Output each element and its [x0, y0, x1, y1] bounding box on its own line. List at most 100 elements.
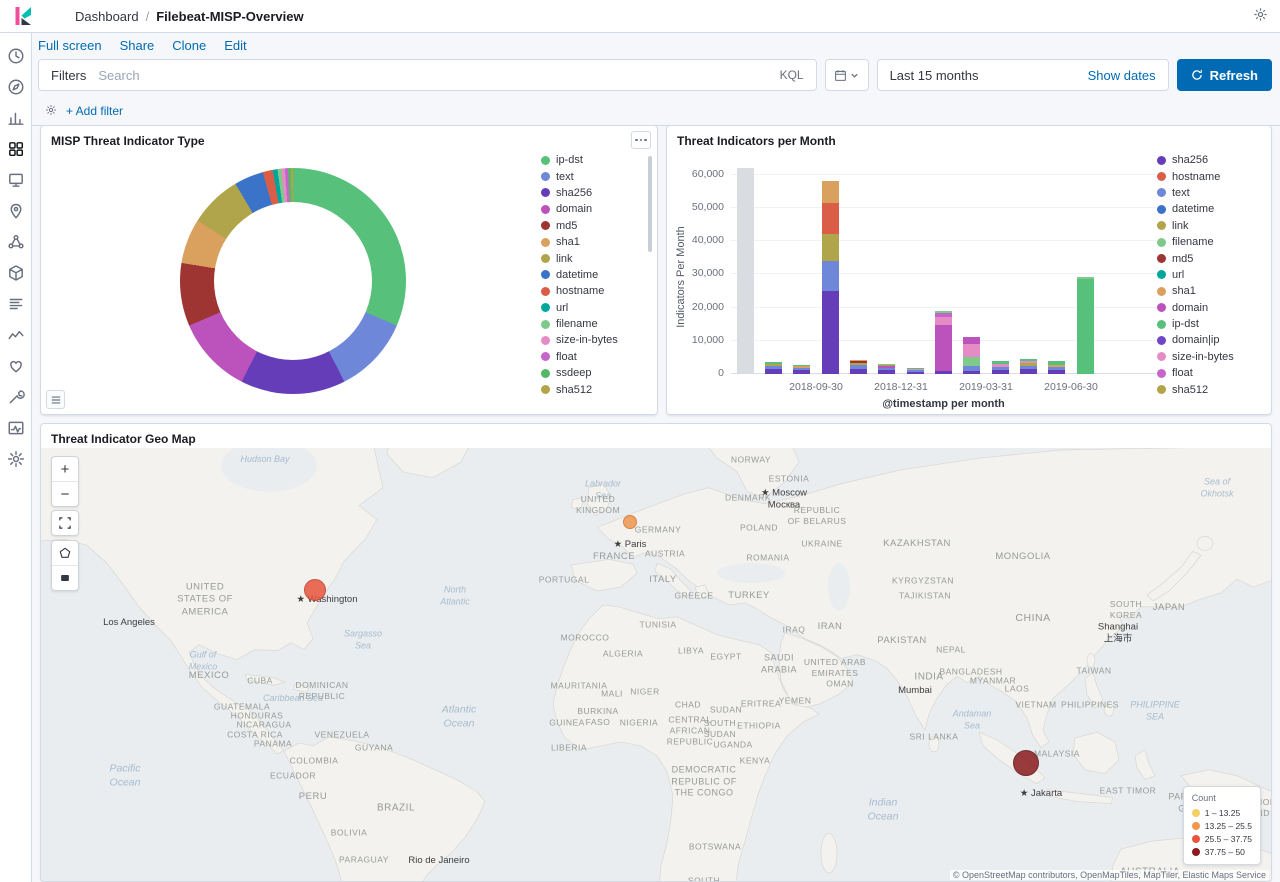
legend-item-ssdeep[interactable]: ssdeep — [541, 365, 641, 381]
legend-item-sha512[interactable]: sha512 — [1157, 381, 1261, 397]
sidebar-item-monitoring-icon[interactable] — [7, 419, 25, 437]
legend-item-filename[interactable]: filename — [541, 316, 641, 332]
legend-item-sha256[interactable]: sha256 — [1157, 152, 1261, 168]
bar-segment-2019-02-domain[interactable] — [935, 325, 952, 372]
bar-segment-2019-05-size-in-bytes[interactable] — [1020, 361, 1037, 363]
legend-item-link[interactable]: link — [1157, 218, 1261, 234]
bar-segment-2018-11-md5[interactable] — [850, 361, 867, 363]
legend-item-link[interactable]: link — [541, 250, 641, 266]
bar-segment-2019-06-text[interactable] — [1048, 367, 1065, 370]
bar-segment-2019-06-ip-dst[interactable] — [1048, 361, 1065, 365]
bar-segment-2018-07-_partial[interactable] — [737, 168, 754, 374]
bar-segment-2019-06-sha256[interactable] — [1048, 370, 1065, 374]
bar-segment-2018-11-link[interactable] — [850, 363, 867, 365]
legend-item-float[interactable]: float — [1157, 365, 1261, 381]
bar-segment-2019-01-text[interactable] — [907, 370, 924, 372]
menu-item-full-screen[interactable]: Full screen — [38, 38, 102, 53]
bar-segment-2018-12-domain[interactable] — [878, 366, 895, 368]
menu-item-share[interactable]: Share — [120, 38, 155, 53]
bar-segment-2018-10-sha1[interactable] — [822, 181, 839, 203]
legend-item-url[interactable]: url — [1157, 267, 1261, 283]
bar-segment-2018-11-sha256[interactable] — [850, 369, 867, 374]
draw-rectangle-icon[interactable] — [52, 565, 78, 590]
bar-segment-2019-04-ip-dst[interactable] — [992, 361, 1009, 364]
bar-segment-2019-04-size-in-bytes[interactable] — [992, 364, 1009, 367]
show-dates-link[interactable]: Show dates — [1088, 68, 1168, 83]
legend-item-sha256[interactable]: sha256 — [541, 185, 641, 201]
zoom-out-button[interactable]: − — [52, 481, 78, 506]
marker-sumatra[interactable] — [1013, 750, 1039, 776]
marker-washington-dc[interactable] — [304, 579, 326, 601]
sidebar-item-infrastructure-icon[interactable] — [7, 264, 25, 282]
kql-toggle[interactable]: KQL — [768, 68, 816, 82]
space-avatar[interactable]: D — [44, 6, 65, 27]
sidebar-item-dashboard-icon[interactable] — [7, 140, 25, 158]
legend-item-md5[interactable]: md5 — [541, 218, 641, 234]
bar-segment-2018-10-sha256[interactable] — [822, 291, 839, 374]
bar-segment-2019-04-text[interactable] — [992, 367, 1009, 370]
bar-segment-2018-12-ip-dst[interactable] — [878, 365, 895, 366]
time-range-value[interactable]: Last 15 months — [878, 68, 1088, 83]
legend-item-filename[interactable]: filename — [1157, 234, 1261, 250]
legend-item-domain[interactable]: domain — [1157, 300, 1261, 316]
bar-segment-2018-12-sha1[interactable] — [878, 364, 895, 365]
bar-segment-2019-04-sha256[interactable] — [992, 370, 1009, 374]
legend-item-datetime[interactable]: datetime — [1157, 201, 1261, 217]
bar-segment-2018-10-text[interactable] — [822, 261, 839, 291]
bar-segment-2018-09-sha1[interactable] — [793, 366, 810, 367]
bar-segment-2018-09-sha256[interactable] — [793, 370, 810, 374]
menu-item-edit[interactable]: Edit — [224, 38, 246, 53]
bar-segment-2018-10-hostname[interactable] — [822, 203, 839, 235]
filter-settings-icon[interactable] — [45, 104, 57, 119]
gear-icon[interactable] — [1253, 7, 1268, 25]
bar-segment-2018-10-link[interactable] — [822, 234, 839, 261]
legend-item-url[interactable]: url — [541, 300, 641, 316]
bar-segment-2018-08-link[interactable] — [765, 364, 782, 366]
bar-segment-2018-08-ip-dst[interactable] — [765, 362, 782, 364]
legend-item-sha512[interactable]: sha512 — [541, 381, 641, 397]
bar-segment-2019-05-ip-dst[interactable] — [1020, 359, 1037, 361]
panel-options-icon[interactable] — [631, 131, 651, 149]
menu-item-clone[interactable]: Clone — [172, 38, 206, 53]
legend-item-ip-dst[interactable]: ip-dst — [1157, 316, 1261, 332]
bar-segment-2019-05-link[interactable] — [1020, 363, 1037, 366]
legend-item-ip-dst[interactable]: ip-dst — [541, 152, 641, 168]
marker-germany[interactable] — [623, 515, 637, 529]
legend-scrollbar[interactable] — [648, 156, 652, 252]
bar-segment-2018-11-text[interactable] — [850, 365, 867, 368]
bar-segment-2019-02-size-in-bytes[interactable] — [935, 317, 952, 324]
bar-segment-2019-02-float[interactable] — [935, 313, 952, 317]
sidebar-item-dev-tools-icon[interactable] — [7, 388, 25, 406]
bar-segment-2019-02-filename[interactable] — [935, 311, 952, 313]
bar-segment-2018-12-text[interactable] — [878, 368, 895, 371]
bar-segment-2019-01-ip-dst[interactable] — [907, 368, 924, 369]
breadcrumb-section[interactable]: Dashboard — [75, 9, 139, 24]
bar-segment-2019-05-sha256[interactable] — [1020, 369, 1037, 374]
donut-chart[interactable] — [180, 168, 406, 394]
sidebar-item-discover-icon[interactable] — [7, 78, 25, 96]
legend-item-float[interactable]: float — [541, 349, 641, 365]
legend-item-domain|ip[interactable]: domain|ip — [1157, 332, 1261, 348]
search-input[interactable]: Filters Search KQL — [38, 59, 817, 91]
legend-item-datetime[interactable]: datetime — [541, 267, 641, 283]
legend-item-text[interactable]: text — [1157, 185, 1261, 201]
legend-item-text[interactable]: text — [541, 168, 641, 184]
bar-segment-2018-08-text[interactable] — [765, 366, 782, 369]
bar-segment-2019-03-sha256[interactable] — [963, 371, 980, 374]
bar-segment-2019-03-filename[interactable] — [963, 357, 980, 365]
legend-toggle-icon[interactable] — [46, 390, 65, 409]
sidebar-item-management-icon[interactable] — [7, 450, 25, 468]
bar-chart-plot[interactable]: 010,00020,00030,00040,00050,00060,000201… — [731, 168, 1156, 374]
add-filter-link[interactable]: + Add filter — [66, 104, 123, 118]
legend-item-md5[interactable]: md5 — [1157, 250, 1261, 266]
legend-item-size-in-bytes[interactable]: size-in-bytes — [541, 332, 641, 348]
sidebar-item-apm-icon[interactable] — [7, 326, 25, 344]
sidebar-item-recent-icon[interactable] — [7, 47, 25, 65]
sidebar-item-maps-icon[interactable] — [7, 202, 25, 220]
date-picker-button[interactable] — [825, 59, 869, 91]
sidebar-item-machine-learning-icon[interactable] — [7, 233, 25, 251]
bar-segment-2019-02-sha256[interactable] — [935, 371, 952, 374]
bar-segment-2019-07-ip-dst[interactable] — [1077, 279, 1094, 374]
legend-item-sha1[interactable]: sha1 — [1157, 283, 1261, 299]
filters-button[interactable]: Filters — [39, 68, 98, 83]
